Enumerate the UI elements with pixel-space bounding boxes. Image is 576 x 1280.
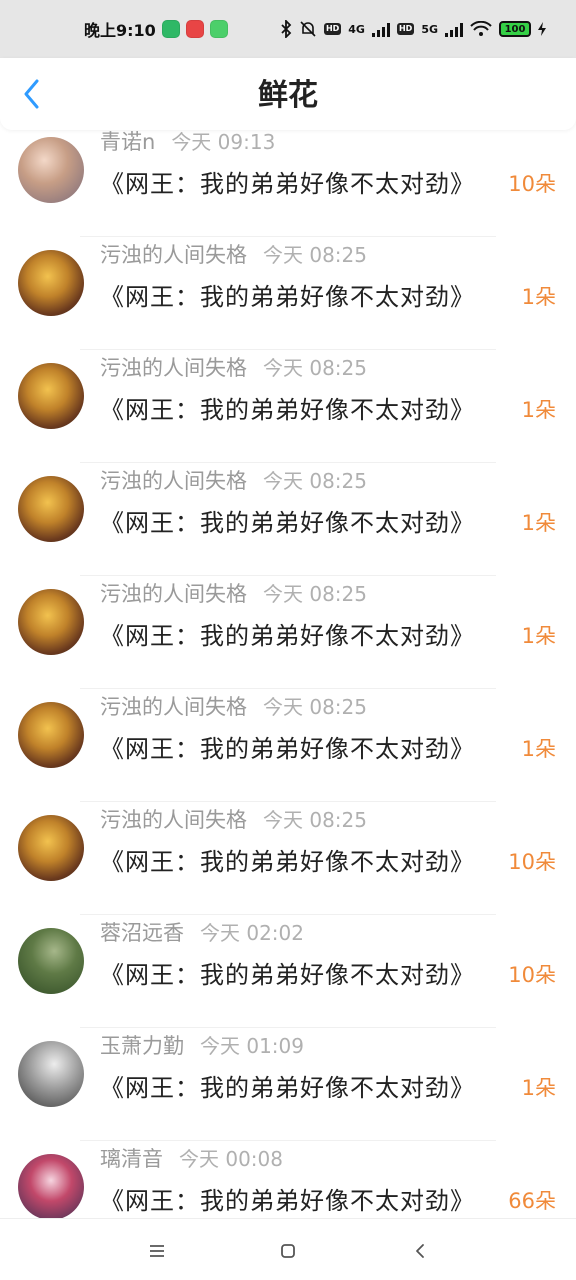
list-item[interactable]: 污浊的人间失格 今天 08:25 《网王：我的弟弟好像不太对劲》 10朵 bbox=[0, 802, 576, 915]
system-nav-bar bbox=[0, 1218, 576, 1280]
user-name[interactable]: 污浊的人间失格 bbox=[100, 352, 247, 382]
mute-bell-icon bbox=[300, 21, 316, 37]
book-title[interactable]: 《网王：我的弟弟好像不太对劲》 bbox=[100, 277, 475, 312]
network-4g-label: 4G bbox=[348, 22, 365, 36]
bluetooth-icon bbox=[281, 20, 292, 38]
home-button[interactable] bbox=[276, 1239, 300, 1263]
list-item[interactable]: 污浊的人间失格 今天 08:25 《网王：我的弟弟好像不太对劲》 1朵 bbox=[0, 463, 576, 576]
gift-time: 今天 08:25 bbox=[263, 695, 367, 719]
charging-icon bbox=[538, 22, 546, 36]
flower-amount: 66朵 bbox=[508, 1189, 556, 1213]
list-item[interactable]: 污浊的人间失格 今天 08:25 《网王：我的弟弟好像不太对劲》 1朵 bbox=[0, 576, 576, 689]
user-name[interactable]: 污浊的人间失格 bbox=[100, 239, 247, 269]
avatar[interactable] bbox=[18, 250, 84, 316]
gift-time: 今天 08:25 bbox=[263, 582, 367, 606]
home-icon bbox=[281, 1244, 295, 1258]
list-item[interactable]: 青诺n 今天 09:13 《网王：我的弟弟好像不太对劲》 10朵 bbox=[0, 124, 576, 237]
flower-amount: 1朵 bbox=[521, 398, 556, 422]
gift-time: 今天 02:02 bbox=[200, 921, 304, 945]
status-left: 晚上9:10 bbox=[84, 17, 228, 41]
page-header: 鲜花 bbox=[0, 58, 576, 130]
list-item[interactable]: 玉萧力勤 今天 01:09 《网王：我的弟弟好像不太对劲》 1朵 bbox=[0, 1028, 576, 1141]
gift-time: 今天 00:08 bbox=[179, 1147, 283, 1171]
gift-time: 今天 08:25 bbox=[263, 808, 367, 832]
user-name[interactable]: 青诺n bbox=[100, 126, 155, 156]
flower-amount: 1朵 bbox=[521, 1076, 556, 1100]
list-item[interactable]: 蓉沼远香 今天 02:02 《网王：我的弟弟好像不太对劲》 10朵 bbox=[0, 915, 576, 1028]
gift-time: 今天 09:13 bbox=[171, 130, 276, 154]
user-name[interactable]: 璃清音 bbox=[100, 1143, 163, 1173]
avatar[interactable] bbox=[18, 1041, 84, 1107]
avatar[interactable] bbox=[18, 1154, 84, 1218]
user-name[interactable]: 污浊的人间失格 bbox=[100, 804, 247, 834]
red-app-icon bbox=[185, 20, 204, 38]
green-app-icon bbox=[161, 20, 180, 38]
menu-button[interactable] bbox=[145, 1239, 169, 1263]
book-title[interactable]: 《网王：我的弟弟好像不太对劲》 bbox=[100, 1068, 475, 1103]
flower-amount: 10朵 bbox=[508, 850, 556, 874]
page-title: 鲜花 bbox=[258, 78, 318, 113]
book-title[interactable]: 《网王：我的弟弟好像不太对劲》 bbox=[100, 390, 475, 425]
list-item[interactable]: 污浊的人间失格 今天 08:25 《网王：我的弟弟好像不太对劲》 1朵 bbox=[0, 689, 576, 802]
book-title[interactable]: 《网王：我的弟弟好像不太对劲》 bbox=[100, 616, 475, 651]
avatar[interactable] bbox=[18, 137, 84, 203]
book-title[interactable]: 《网王：我的弟弟好像不太对劲》 bbox=[100, 503, 475, 538]
green-app-icon bbox=[209, 20, 228, 38]
user-name[interactable]: 蓉沼远香 bbox=[100, 917, 184, 947]
flower-amount: 1朵 bbox=[521, 624, 556, 648]
wifi-icon bbox=[470, 21, 492, 36]
user-name[interactable]: 污浊的人间失格 bbox=[100, 691, 247, 721]
avatar[interactable] bbox=[18, 476, 84, 542]
book-title[interactable]: 《网王：我的弟弟好像不太对劲》 bbox=[100, 164, 475, 199]
book-title[interactable]: 《网王：我的弟弟好像不太对劲》 bbox=[100, 955, 475, 990]
list-item[interactable]: 璃清音 今天 00:08 《网王：我的弟弟好像不太对劲》 66朵 bbox=[0, 1141, 576, 1218]
status-bar: 晚上9:10 HD 4G HD 5G 100 bbox=[0, 0, 576, 58]
back-icon bbox=[416, 1244, 424, 1258]
gift-time: 今天 01:09 bbox=[200, 1034, 304, 1058]
avatar[interactable] bbox=[18, 928, 84, 994]
flower-amount: 1朵 bbox=[521, 737, 556, 761]
user-name[interactable]: 污浊的人间失格 bbox=[100, 465, 247, 495]
menu-icon bbox=[150, 1245, 164, 1257]
status-time: 晚上9:10 bbox=[84, 21, 156, 40]
avatar[interactable] bbox=[18, 589, 84, 655]
gift-time: 今天 08:25 bbox=[263, 356, 367, 380]
book-title[interactable]: 《网王：我的弟弟好像不太对劲》 bbox=[100, 842, 475, 877]
hd-badge: HD bbox=[323, 23, 342, 35]
battery-icon: 100 bbox=[499, 21, 531, 37]
flower-amount: 1朵 bbox=[521, 285, 556, 309]
gift-time: 今天 08:25 bbox=[263, 243, 367, 267]
flower-amount: 1朵 bbox=[521, 511, 556, 535]
book-title[interactable]: 《网王：我的弟弟好像不太对劲》 bbox=[100, 1181, 475, 1216]
signal-icon bbox=[371, 21, 390, 37]
book-title[interactable]: 《网王：我的弟弟好像不太对劲》 bbox=[100, 729, 475, 764]
gift-time: 今天 08:25 bbox=[263, 469, 367, 493]
flower-amount: 10朵 bbox=[508, 172, 556, 196]
avatar[interactable] bbox=[18, 363, 84, 429]
flower-amount: 10朵 bbox=[508, 963, 556, 987]
gift-list: 青诺n 今天 09:13 《网王：我的弟弟好像不太对劲》 10朵 污浊的人间失格… bbox=[0, 124, 576, 1218]
signal-icon bbox=[445, 21, 463, 37]
user-name[interactable]: 玉萧力勤 bbox=[100, 1030, 184, 1060]
status-right: HD 4G HD 5G 100 bbox=[280, 20, 546, 38]
nav-back-button[interactable] bbox=[408, 1239, 432, 1263]
network-5g-label: 5G bbox=[421, 22, 438, 36]
list-item[interactable]: 污浊的人间失格 今天 08:25 《网王：我的弟弟好像不太对劲》 1朵 bbox=[0, 237, 576, 350]
avatar[interactable] bbox=[18, 702, 84, 768]
list-item[interactable]: 污浊的人间失格 今天 08:25 《网王：我的弟弟好像不太对劲》 1朵 bbox=[0, 350, 576, 463]
user-name[interactable]: 污浊的人间失格 bbox=[100, 578, 247, 608]
hd-badge: HD bbox=[396, 23, 415, 35]
avatar[interactable] bbox=[18, 815, 84, 881]
